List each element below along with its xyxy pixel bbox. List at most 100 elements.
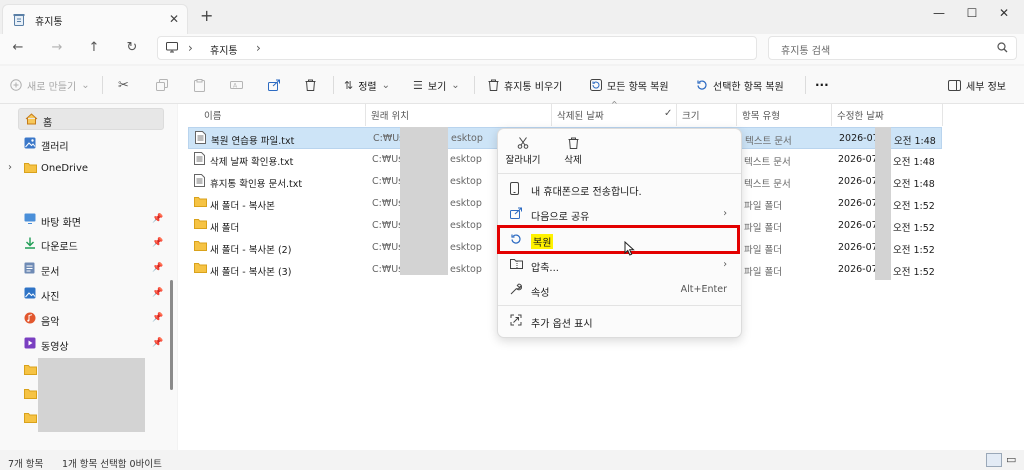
menu-item-properties[interactable]: 속성 Alt+Enter <box>505 279 735 301</box>
file-name: 새 폴더 - 복사본 (2) <box>210 245 292 256</box>
menu-item-show-more-options[interactable]: 추가 옵션 표시 <box>505 310 735 332</box>
column-header-modified[interactable]: 수정한 날짜 <box>837 108 884 122</box>
breadcrumb[interactable]: 휴지통 <box>210 42 238 57</box>
rename-button[interactable]: A <box>230 74 243 96</box>
sort-button[interactable]: ⇅ 정렬 ⌄ <box>344 74 390 96</box>
sidebar-item-onedrive[interactable]: › OneDrive <box>0 158 165 180</box>
folder-icon[interactable] <box>24 412 37 423</box>
sidebar-label: 다운로드 <box>41 242 78 253</box>
restore-selected-button[interactable]: 선택한 항목 복원 <box>696 74 784 96</box>
share-button[interactable] <box>268 74 281 96</box>
address-bar[interactable]: › 휴지통 › <box>157 36 757 60</box>
forward-arrow-icon[interactable]: → <box>47 40 67 56</box>
pin-icon[interactable]: 📌 <box>152 238 163 248</box>
documents-icon <box>24 262 35 274</box>
sidebar-item-music[interactable]: 음악 📌 <box>0 308 165 330</box>
menu-item-compress[interactable]: 압축... › <box>505 254 735 276</box>
scissors-icon: ✂ <box>118 77 129 93</box>
sidebar-item-videos[interactable]: 동영상 📌 <box>0 333 165 355</box>
file-name: 복원 연습용 파일.txt <box>211 136 295 147</box>
back-arrow-icon[interactable]: ← <box>8 40 28 56</box>
refresh-icon[interactable]: ↻ <box>122 40 142 56</box>
delete-button[interactable] <box>305 74 316 96</box>
status-bar: 7개 항목 1개 항목 선택함 0바이트 ▭ <box>0 450 1024 470</box>
menu-item-send-to-phone[interactable]: 내 휴대폰으로 전송합니다. <box>505 178 735 200</box>
sort-indicator-icon: ^ <box>611 100 618 109</box>
column-header-name[interactable]: 이름 <box>204 108 221 122</box>
pin-icon[interactable]: 📌 <box>152 288 163 298</box>
folder-icon <box>24 162 37 173</box>
search-input[interactable]: 휴지통 검색 <box>768 36 1017 60</box>
trash-icon <box>553 137 593 149</box>
sidebar-label: 음악 <box>41 317 60 328</box>
sidebar-label: 홈 <box>43 118 53 129</box>
column-header-type[interactable]: 항목 유형 <box>742 108 780 122</box>
modified-date: 2026-07 <box>838 154 878 165</box>
rename-icon: A <box>230 79 243 91</box>
pin-icon[interactable]: 📌 <box>152 263 163 273</box>
tab-recycle-bin[interactable]: 휴지통 ✕ <box>2 4 188 34</box>
empty-recycle-bin-button[interactable]: 휴지통 비우기 <box>488 74 562 96</box>
sidebar-item-pictures[interactable]: 사진 📌 <box>0 283 165 305</box>
delete-menu-button[interactable]: 삭제 <box>553 137 593 166</box>
cut-button[interactable]: ✂ <box>118 74 129 96</box>
up-arrow-icon[interactable]: ↑ <box>84 40 104 56</box>
sidebar-scrollbar[interactable] <box>170 280 173 390</box>
column-header-location[interactable]: 원래 위치 <box>371 108 409 122</box>
restore-all-button[interactable]: 모든 항목 복원 <box>590 74 669 96</box>
column-header-deleted[interactable]: 삭제된 날짜 <box>557 108 604 122</box>
file-name: 휴지통 확인용 문서.txt <box>210 179 303 190</box>
chevron-right-icon[interactable]: › <box>8 162 12 173</box>
item-type: 파일 폴더 <box>744 267 782 278</box>
folder-icon[interactable] <box>24 388 37 399</box>
file-name: 새 폴더 <box>210 223 240 234</box>
tab-close-icon[interactable]: ✕ <box>169 12 179 26</box>
view-label: 보기 <box>427 81 447 93</box>
tiles-view-icon[interactable]: ▭ <box>1006 453 1016 466</box>
column-divider <box>831 104 832 126</box>
item-type: 텍스트 문서 <box>744 157 791 168</box>
new-button[interactable]: 새로 만들기 ⌄ <box>10 74 90 96</box>
close-button[interactable]: ✕ <box>989 3 1019 23</box>
sidebar-item-desktop[interactable]: 바탕 화면 📌 <box>0 209 165 231</box>
sidebar-item-home[interactable]: 홈 <box>18 108 164 130</box>
new-tab-button[interactable]: + <box>200 6 213 25</box>
pin-icon[interactable]: 📌 <box>152 214 163 224</box>
trash-icon <box>488 79 499 91</box>
details-pane-button[interactable]: 세부 정보 <box>948 74 1006 96</box>
menu-item-label: 속성 <box>531 288 550 299</box>
minimize-button[interactable]: — <box>924 3 954 23</box>
copy-button[interactable] <box>156 74 168 96</box>
sidebar-item-downloads[interactable]: 다운로드 📌 <box>0 233 165 255</box>
sidebar-label: 사진 <box>41 292 60 303</box>
chevron-down-icon: ⌄ <box>81 79 90 91</box>
empty-bin-label: 휴지통 비우기 <box>504 81 563 93</box>
chevron-right-icon[interactable]: › <box>256 41 261 55</box>
pin-icon[interactable]: 📌 <box>152 313 163 323</box>
pin-icon[interactable]: 📌 <box>152 338 163 348</box>
maximize-button[interactable]: ☐ <box>957 3 987 23</box>
details-view-icon[interactable] <box>986 453 1002 467</box>
wrench-icon <box>510 283 522 295</box>
paste-button[interactable] <box>194 74 205 96</box>
cut-menu-button[interactable]: 잘라내기 <box>503 137 543 166</box>
more-options-button[interactable]: ··· <box>815 74 829 96</box>
divider <box>333 76 334 94</box>
sidebar-item-documents[interactable]: 문서 📌 <box>0 258 165 280</box>
folder-icon[interactable] <box>24 364 37 375</box>
original-location-tail: esktop <box>450 220 482 231</box>
chevron-down-icon[interactable]: ✓ <box>664 108 672 119</box>
delete-label: 삭제 <box>564 155 582 166</box>
view-button[interactable]: ☰ 보기 ⌄ <box>413 74 460 96</box>
phone-icon <box>510 182 519 195</box>
column-divider <box>676 104 677 126</box>
sidebar-item-gallery[interactable]: 갤러리 <box>0 133 165 155</box>
view-list-icon: ☰ <box>413 78 423 92</box>
restore-selected-label: 선택한 항목 복원 <box>713 81 784 93</box>
modified-time: 오전 1:52 <box>893 245 935 256</box>
download-icon <box>24 237 36 249</box>
highlight-box <box>497 225 740 254</box>
column-header-size[interactable]: 크기 <box>682 108 699 122</box>
modified-date: 2026-07 <box>838 220 878 231</box>
menu-item-share-with[interactable]: 다음으로 공유 › <box>505 203 735 225</box>
